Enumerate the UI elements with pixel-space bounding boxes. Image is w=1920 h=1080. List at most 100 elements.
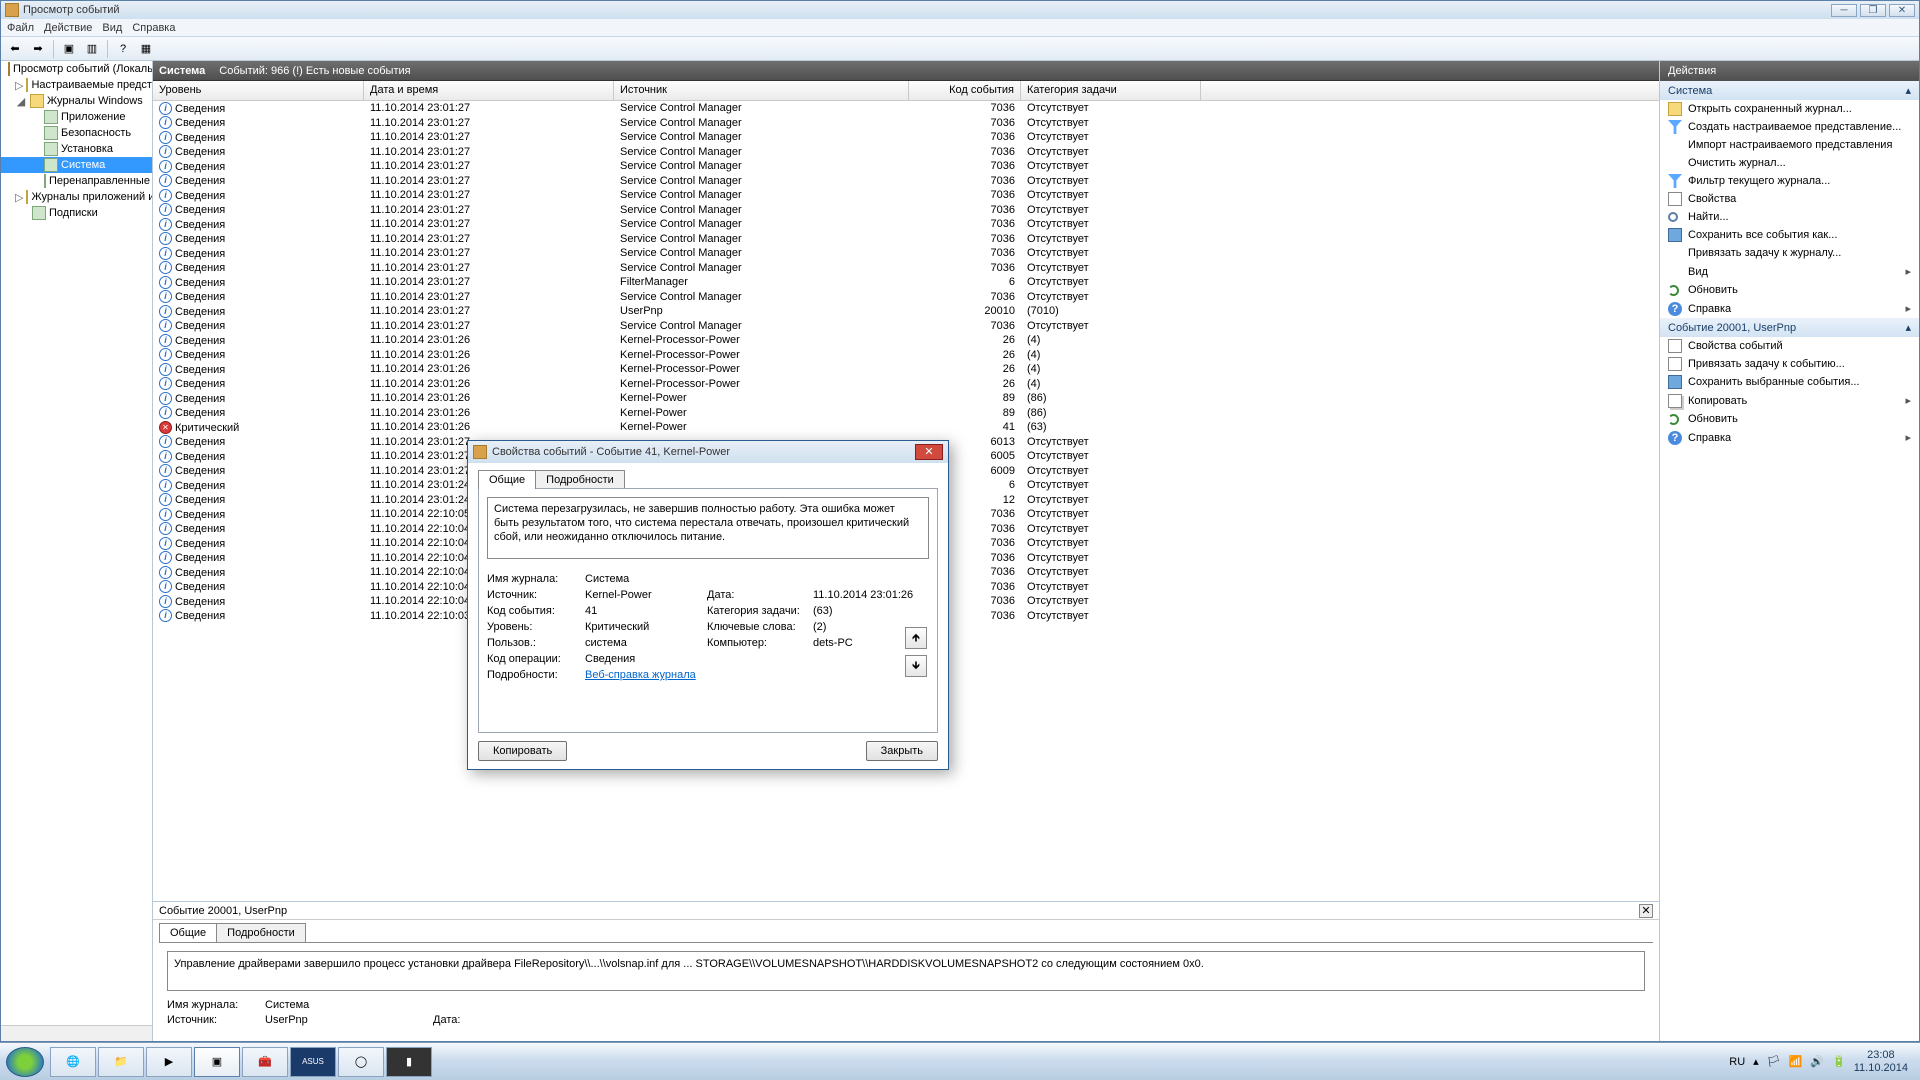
dialog-prev-button[interactable]: 🡹 [905,627,927,649]
start-button[interactable] [6,1047,44,1077]
tray-battery-icon[interactable]: 🔋 [1832,1055,1846,1068]
forward-button[interactable]: ➡ [28,39,48,59]
show-hide-console-button[interactable]: ▣ [59,39,79,59]
dialog-tab-general[interactable]: Общие [478,470,536,489]
tree-forwarded[interactable]: Перенаправленные соб [49,175,153,187]
table-row[interactable]: Сведения11.10.2014 23:01:27Service Contr… [153,145,1659,160]
taskbar-explorer[interactable]: 📁 [98,1047,144,1077]
action-properties[interactable]: Свойства [1660,190,1919,208]
table-row[interactable]: Сведения11.10.2014 23:01:27UserPnp20010(… [153,304,1659,319]
table-row[interactable]: Сведения11.10.2014 23:01:27Service Contr… [153,174,1659,189]
tree-subscriptions[interactable]: Подписки [49,207,98,219]
tree-app-logs[interactable]: Журналы приложений и сл [31,191,153,203]
maximize-button[interactable]: ❐ [1860,4,1886,17]
menu-action[interactable]: Действие [44,22,92,34]
minimize-button[interactable]: ─ [1831,4,1857,17]
table-row[interactable]: Сведения11.10.2014 23:01:27Service Contr… [153,130,1659,145]
tree-setup[interactable]: Установка [61,143,113,155]
tree-root[interactable]: Просмотр событий (Локальн [13,63,153,75]
table-row[interactable]: Критический11.10.2014 23:01:26Kernel-Pow… [153,420,1659,435]
table-row[interactable]: Сведения11.10.2014 23:01:27Service Contr… [153,319,1659,334]
help-button[interactable]: ? [113,39,133,59]
taskbar-eventviewer[interactable]: ▣ [194,1047,240,1077]
table-row[interactable]: Сведения11.10.2014 23:01:27Service Contr… [153,246,1659,261]
tray-network-icon[interactable]: 📶 [1789,1055,1803,1068]
table-row[interactable]: Сведения11.10.2014 23:01:27Service Contr… [153,261,1659,276]
menu-file[interactable]: Файл [7,22,34,34]
tree-custom-views[interactable]: Настраиваемые представле [31,79,153,91]
tray-flag-icon[interactable]: 🏳 [1767,1055,1781,1068]
action-import-custom-view[interactable]: Импорт настраиваемого представления [1660,136,1919,154]
dialog-help-link[interactable]: Веб-справка журнала [585,669,696,681]
action-copy[interactable]: Копировать▸ [1660,391,1919,410]
dialog-copy-button[interactable]: Копировать [478,741,567,761]
table-row[interactable]: Сведения11.10.2014 23:01:27FilterManager… [153,275,1659,290]
table-row[interactable]: Сведения11.10.2014 23:01:27Service Contr… [153,188,1659,203]
action-find[interactable]: Найти... [1660,208,1919,226]
actions-section-system[interactable]: Система▴ [1660,81,1919,100]
tree-system[interactable]: Система [61,159,105,171]
taskbar-asus[interactable]: ASUS [290,1047,336,1077]
action-event-properties[interactable]: Свойства событий [1660,337,1919,355]
taskbar-app1[interactable]: 🧰 [242,1047,288,1077]
tray-expand-icon[interactable]: ▴ [1753,1055,1759,1068]
action-help2[interactable]: ?Справка▸ [1660,428,1919,447]
action-clear-log[interactable]: Очистить журнал... [1660,154,1919,172]
menu-help[interactable]: Справка [132,22,175,34]
tray-clock[interactable]: 23:0811.10.2014 [1854,1049,1908,1073]
tree-scrollbar[interactable] [1,1025,152,1041]
dialog-close-action-button[interactable]: Закрыть [866,741,938,761]
action-attach-task-event[interactable]: Привязать задачу к событию... [1660,355,1919,373]
detail-tab-general[interactable]: Общие [159,923,217,942]
dialog-next-button[interactable]: 🡻 [905,655,927,677]
taskbar-wmp[interactable]: ▶ [146,1047,192,1077]
back-button[interactable]: ⬅ [5,39,25,59]
detail-tab-details[interactable]: Подробности [216,923,306,942]
table-row[interactable]: Сведения11.10.2014 23:01:27Service Contr… [153,159,1659,174]
nav-tree[interactable]: Просмотр событий (Локальн ▷Настраиваемые… [1,61,153,1041]
table-row[interactable]: Сведения11.10.2014 23:01:26Kernel-Proces… [153,377,1659,392]
table-row[interactable]: Сведения11.10.2014 23:01:27Service Contr… [153,232,1659,247]
detail-close-button[interactable]: ✕ [1639,904,1653,918]
action-create-custom-view[interactable]: Создать настраиваемое представление... [1660,118,1919,136]
action-refresh[interactable]: Обновить [1660,281,1919,299]
properties-button[interactable]: ▦ [136,39,156,59]
taskbar-ie[interactable]: 🌐 [50,1047,96,1077]
tree-security[interactable]: Безопасность [61,127,131,139]
dialog-tab-details[interactable]: Подробности [535,470,625,489]
grid-header[interactable]: Уровень Дата и время Источник Код событи… [153,81,1659,101]
action-save-all[interactable]: Сохранить все события как... [1660,226,1919,244]
table-row[interactable]: Сведения11.10.2014 23:01:27Service Contr… [153,203,1659,218]
action-help[interactable]: ?Справка▸ [1660,299,1919,318]
action-refresh2[interactable]: Обновить [1660,410,1919,428]
table-row[interactable]: Сведения11.10.2014 23:01:26Kernel-Proces… [153,333,1659,348]
table-row[interactable]: Сведения11.10.2014 23:01:26Kernel-Power8… [153,391,1659,406]
table-row[interactable]: Сведения11.10.2014 23:01:27Service Contr… [153,217,1659,232]
table-row[interactable]: Сведения11.10.2014 23:01:26Kernel-Proces… [153,362,1659,377]
dialog-close-button[interactable]: ✕ [915,444,943,460]
action-filter-log[interactable]: Фильтр текущего журнала... [1660,172,1919,190]
table-row[interactable]: Сведения11.10.2014 23:01:27Service Contr… [153,290,1659,305]
dialog-titlebar[interactable]: Свойства событий - Событие 41, Kernel-Po… [468,441,948,463]
table-row[interactable]: Сведения11.10.2014 23:01:26Kernel-Proces… [153,348,1659,363]
tree-application[interactable]: Приложение [61,111,126,123]
show-hide-actions-button[interactable]: ▥ [82,39,102,59]
tree-windows-logs[interactable]: Журналы Windows [47,95,143,107]
action-attach-task-log[interactable]: Привязать задачу к журналу... [1660,244,1919,262]
titlebar[interactable]: Просмотр событий ─ ❐ ✕ [1,1,1919,19]
taskbar[interactable]: 🌐 📁 ▶ ▣ 🧰 ASUS ◯ ▮ RU ▴ 🏳 📶 🔊 🔋 23:0811.… [0,1042,1920,1080]
table-row[interactable]: Сведения11.10.2014 23:01:27Service Contr… [153,116,1659,131]
taskbar-app2[interactable]: ▮ [386,1047,432,1077]
tray-volume-icon[interactable]: 🔊 [1810,1055,1824,1068]
action-save-selected[interactable]: Сохранить выбранные события... [1660,373,1919,391]
event-properties-dialog: Свойства событий - Событие 41, Kernel-Po… [467,440,949,770]
table-row[interactable]: Сведения11.10.2014 23:01:27Service Contr… [153,101,1659,116]
action-open-saved-log[interactable]: Открыть сохраненный журнал... [1660,100,1919,118]
close-button[interactable]: ✕ [1889,4,1915,17]
tray-language[interactable]: RU [1729,1056,1745,1068]
menu-view[interactable]: Вид [102,22,122,34]
table-row[interactable]: Сведения11.10.2014 23:01:26Kernel-Power8… [153,406,1659,421]
actions-section-event[interactable]: Событие 20001, UserPnp▴ [1660,318,1919,337]
taskbar-chrome[interactable]: ◯ [338,1047,384,1077]
action-view[interactable]: Вид▸ [1660,262,1919,281]
